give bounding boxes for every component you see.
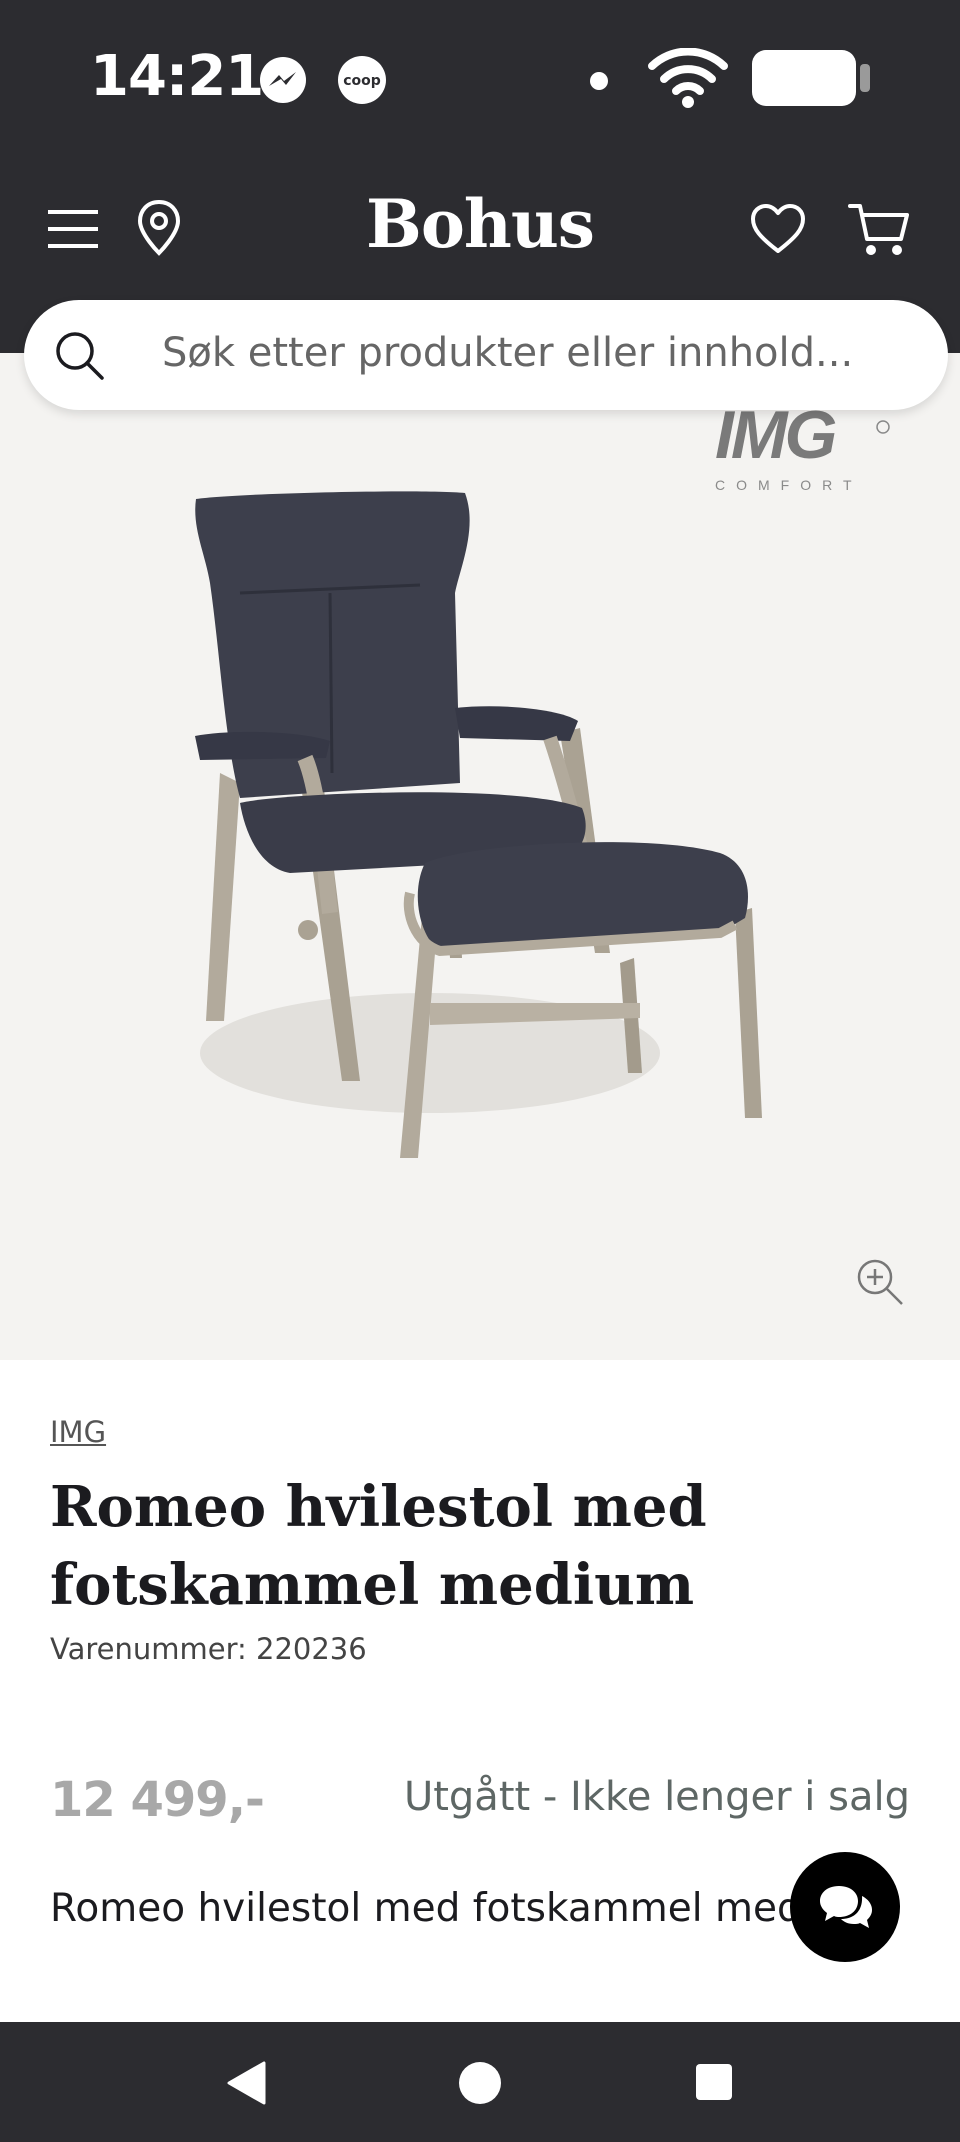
chat-icon xyxy=(820,1886,872,1928)
recents-icon[interactable] xyxy=(694,2062,734,2102)
img-brand-logo-sub: COMFORT xyxy=(715,477,863,493)
registered-mark-icon xyxy=(876,420,890,434)
brand-link[interactable]: IMG xyxy=(50,1415,106,1449)
product-description: Romeo hvilestol med fotskammel medium xyxy=(50,1886,876,1931)
product-price: 12 499,- xyxy=(50,1772,265,1828)
zoom-in-icon[interactable] xyxy=(857,1259,903,1305)
messenger-icon xyxy=(260,57,306,103)
search-icon xyxy=(56,332,104,380)
system-nav-bar xyxy=(0,2022,960,2142)
notification-dot-icon xyxy=(590,72,608,90)
back-icon[interactable] xyxy=(224,2060,268,2106)
bohus-logo[interactable]: Bohus xyxy=(0,185,960,263)
battery-icon xyxy=(752,50,870,106)
recline-lever xyxy=(298,920,318,940)
stock-status: Utgått - Ikke lenger i salg xyxy=(403,1774,910,1820)
search-input[interactable]: Søk etter produkter eller innhold... xyxy=(162,330,853,376)
chair-photo: IMG COMFORT xyxy=(195,397,903,1305)
chair-leg xyxy=(206,773,240,1021)
status-bar: 14:21 coop xyxy=(0,0,960,155)
footstool-leg xyxy=(735,908,762,1118)
coop-icon-label: coop xyxy=(343,73,381,89)
wifi-icon xyxy=(648,48,728,108)
status-time: 14:21 xyxy=(90,44,264,109)
home-icon[interactable] xyxy=(457,2060,503,2106)
product-sku: Varenummer: 220236 xyxy=(50,1632,367,1666)
product-title: Romeo hvilestol med fotskammel medium xyxy=(50,1474,707,1618)
chat-button[interactable] xyxy=(790,1852,900,1962)
coop-icon: coop xyxy=(338,56,386,104)
product-image[interactable]: IMG COMFORT xyxy=(0,353,960,1360)
search-bar[interactable]: Søk etter produkter eller innhold... xyxy=(24,300,948,410)
chair-armrest xyxy=(455,706,578,741)
